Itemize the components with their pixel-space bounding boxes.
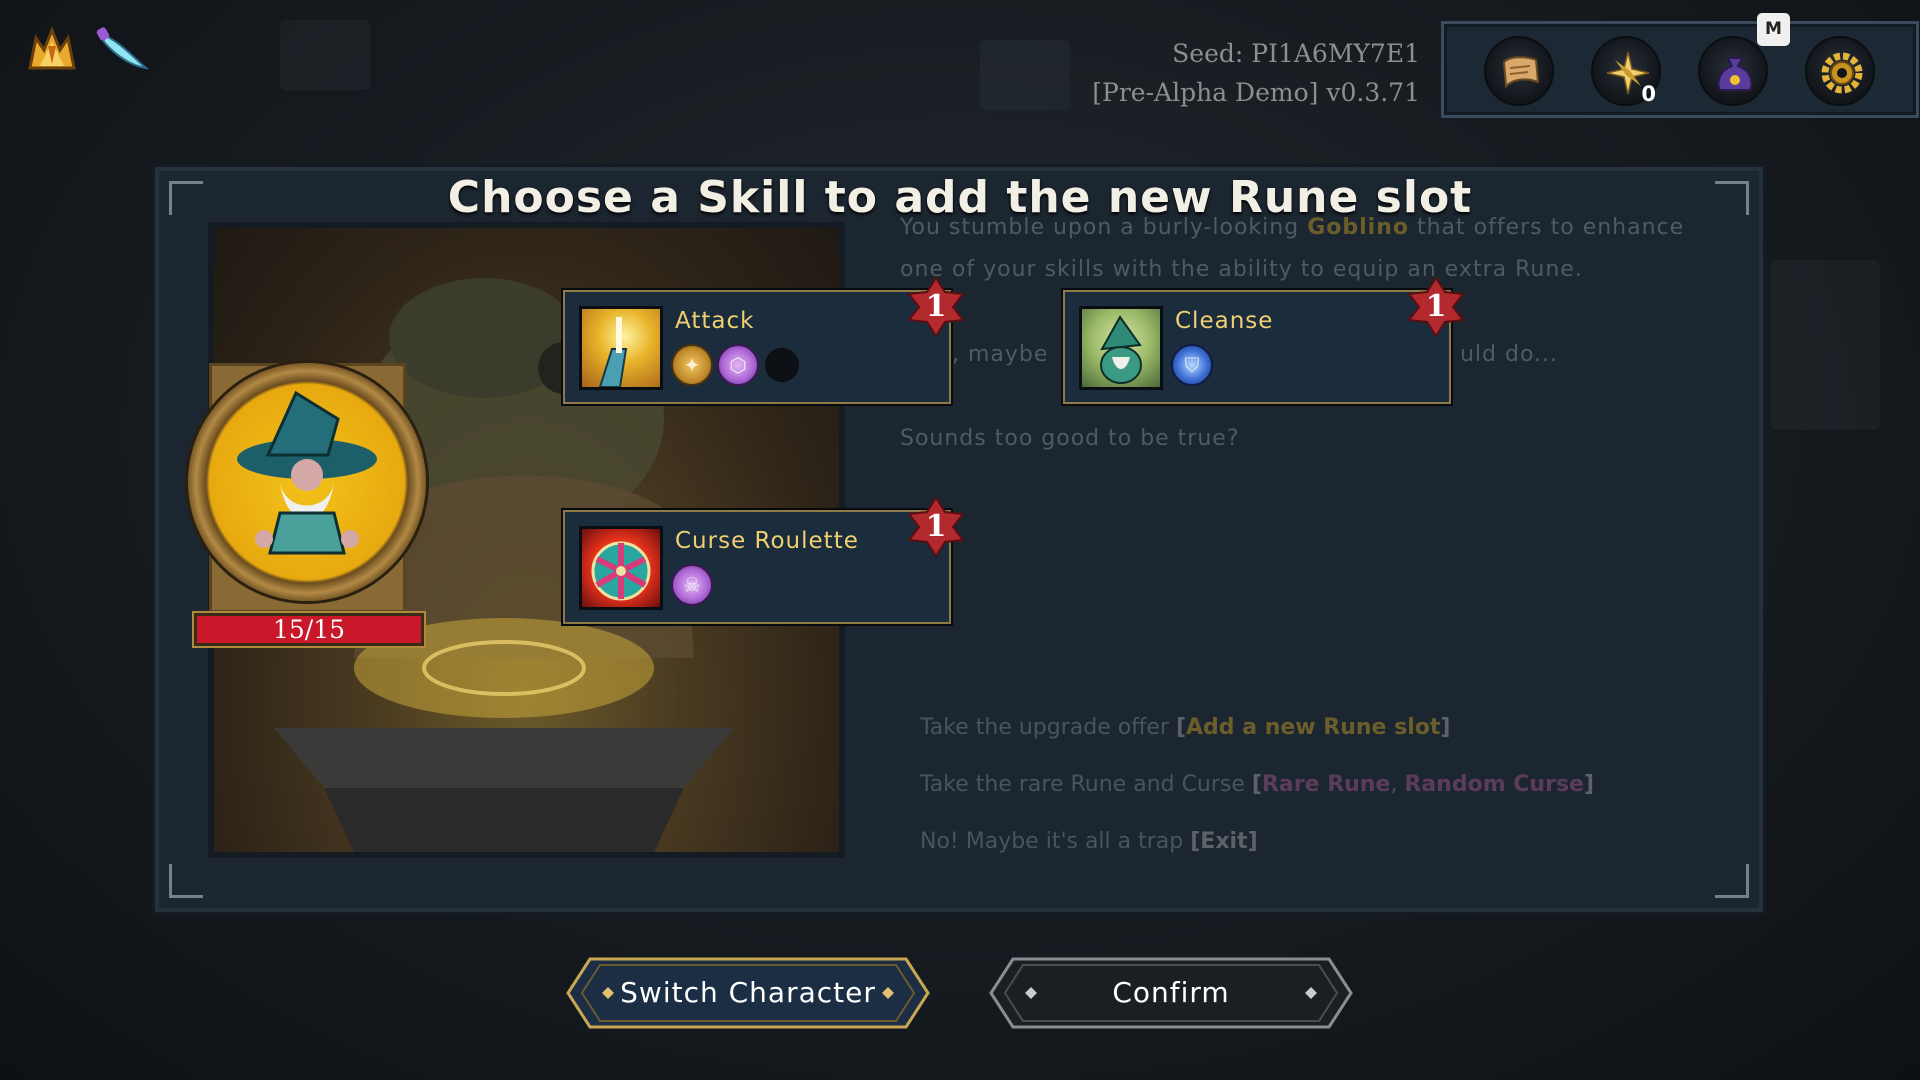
- cleanse-skill-icon: [1079, 306, 1163, 390]
- bracket: [: [1175, 715, 1187, 740]
- choice-text: Take the rare Rune and Curse: [920, 772, 1252, 797]
- bracket: ]: [1583, 772, 1595, 797]
- rune-glyph-icon: ✦: [683, 353, 701, 377]
- rune-slot-empty[interactable]: [765, 348, 799, 382]
- confirm-button[interactable]: Confirm: [989, 957, 1353, 1029]
- switch-character-label: Switch Character: [620, 976, 876, 1009]
- hero-hp-bar: 15/15: [194, 613, 424, 646]
- skill-card-cleanse[interactable]: Cleanse ⛉ 1: [1061, 276, 1465, 406]
- skill-card-curse-roulette[interactable]: Curse Roulette ☠ 1: [561, 496, 965, 626]
- compass-button[interactable]: 0: [1591, 36, 1661, 106]
- skill-level: 1: [925, 509, 947, 544]
- event-text-line: uld do...: [1460, 342, 1559, 367]
- rune-glyph-icon: ☠: [683, 573, 701, 597]
- choice-text: No! Maybe it's all a trap: [920, 829, 1191, 854]
- event-text-line: You stumble upon a burly-looking Goblino…: [900, 215, 1684, 240]
- choice-exit[interactable]: No! Maybe it's all a trap [Exit]: [920, 829, 1258, 854]
- skill-name: Attack: [675, 308, 755, 334]
- event-text-line: Sounds too good to be true?: [900, 426, 1240, 451]
- choice-option: Rare Rune: [1261, 772, 1391, 797]
- choice-option: Add a new Rune slot: [1186, 715, 1441, 740]
- skill-level-badge: 1: [905, 276, 967, 338]
- event-text-fragment: that offers to enhance: [1408, 215, 1685, 240]
- bracket: [: [1251, 772, 1262, 797]
- skill-level: 1: [925, 289, 947, 324]
- choice-upgrade[interactable]: Take the upgrade offer [Add a new Rune s…: [920, 715, 1450, 740]
- background-lamp: [980, 40, 1070, 110]
- seed-text: Seed: PI1A6MY7E1: [1172, 39, 1420, 68]
- panel-corner: [169, 864, 203, 898]
- skill-level: 1: [1425, 289, 1447, 324]
- event-text-line: one of your skills with the ability to e…: [900, 257, 1583, 282]
- choice-rare-rune[interactable]: Take the rare Rune and Curse [Rare Rune,…: [920, 772, 1594, 797]
- loot-bag-icon: [1717, 57, 1753, 91]
- confirm-label: Confirm: [1112, 976, 1230, 1009]
- panel-corner: [1715, 864, 1749, 898]
- rune-slot-gold[interactable]: ✦: [671, 344, 713, 386]
- rune-slot-blue[interactable]: ⛉: [1171, 344, 1213, 386]
- version-text: [Pre-Alpha Demo] v0.3.71: [1092, 78, 1420, 107]
- rune-slot-purple[interactable]: ⬡: [717, 344, 759, 386]
- compass-count: 0: [1641, 82, 1656, 106]
- goblino-name: Goblino: [1307, 215, 1409, 240]
- settings-button[interactable]: [1805, 36, 1875, 106]
- map-hotkey-badge: M: [1757, 13, 1790, 46]
- skill-level-badge: 1: [1405, 276, 1467, 338]
- rune-glyph-icon: ⬡: [729, 353, 747, 377]
- separator: ,: [1390, 772, 1405, 797]
- rune-glyph-icon: ⛉: [1184, 353, 1200, 377]
- choice-option: Random Curse: [1404, 772, 1584, 797]
- bracket: ]: [1440, 715, 1451, 740]
- switch-character-button[interactable]: Switch Character: [566, 957, 930, 1029]
- map-button[interactable]: [1484, 36, 1554, 106]
- inventory-button[interactable]: [1698, 36, 1768, 106]
- map-scroll-icon: [1502, 56, 1540, 89]
- settings-gear-icon: [1821, 52, 1863, 94]
- top-menu: 0 M: [1441, 13, 1919, 118]
- crown-flame-icon[interactable]: [22, 20, 82, 80]
- dagger-icon[interactable]: [92, 20, 152, 80]
- skill-card-attack[interactable]: Attack ✦ ⬡ 1: [561, 276, 965, 406]
- background-lamp: [280, 20, 370, 90]
- hero-portrait[interactable]: [188, 363, 426, 601]
- skill-level-badge: 1: [905, 496, 967, 558]
- choice-option: [Exit]: [1190, 829, 1258, 854]
- skill-name: Curse Roulette: [675, 528, 859, 554]
- curse-roulette-skill-icon: [579, 526, 663, 610]
- skill-name: Cleanse: [1175, 308, 1274, 334]
- seed-info: Seed: PI1A6MY7E1 [Pre-Alpha Demo] v0.3.7…: [1092, 34, 1420, 112]
- rune-slot-purple[interactable]: ☠: [671, 564, 713, 606]
- background-banner: [1770, 260, 1880, 430]
- attack-skill-icon: [579, 306, 663, 390]
- event-text-fragment: You stumble upon a burly-looking: [900, 215, 1308, 240]
- choice-text: Take the upgrade offer: [920, 715, 1176, 740]
